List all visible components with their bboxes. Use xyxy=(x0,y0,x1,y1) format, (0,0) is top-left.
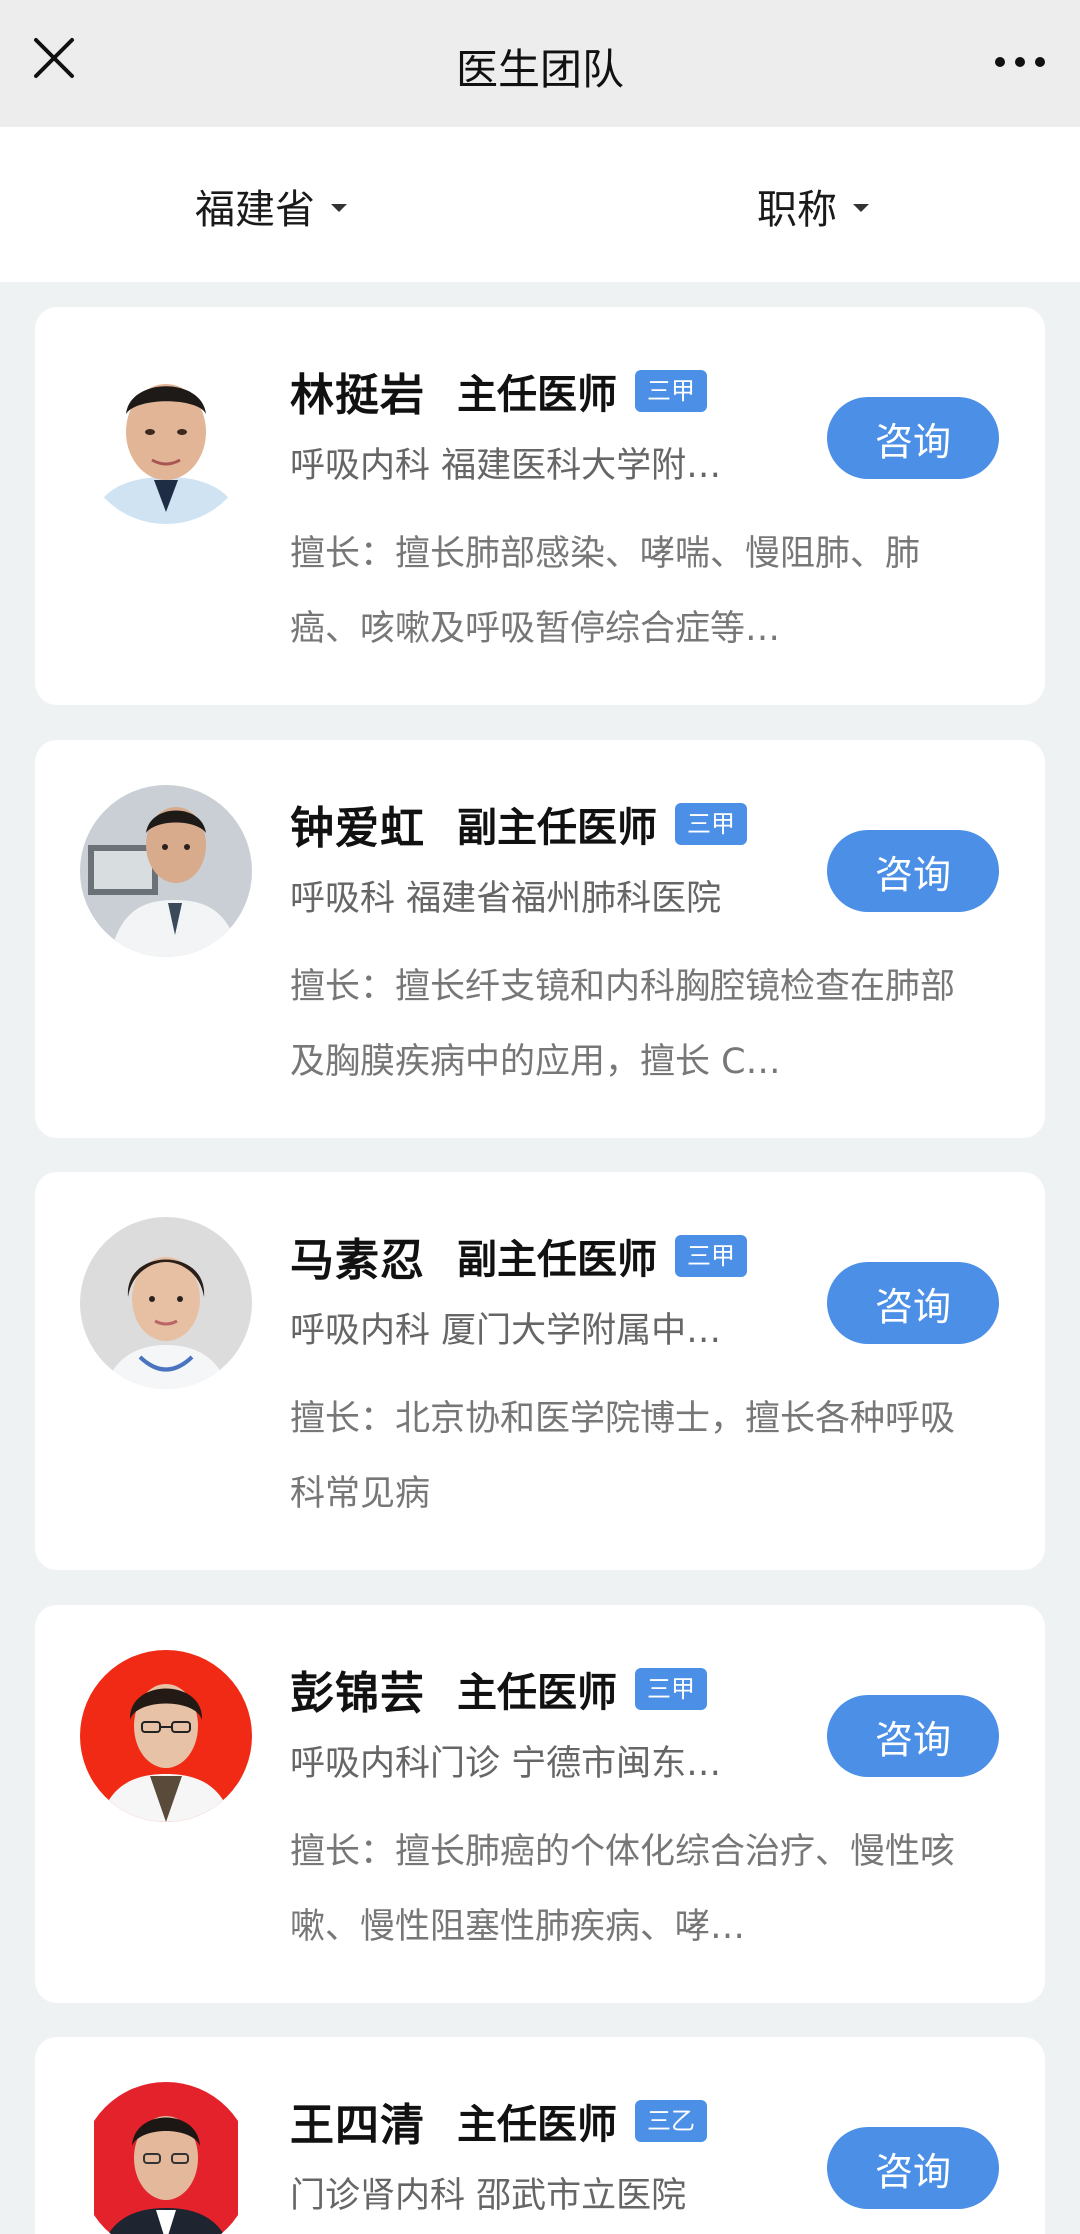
doctor-name: 马素忍 xyxy=(290,1235,425,1286)
doctor-name-line: 王四清 主任医师 三乙 xyxy=(290,2089,707,2153)
hospital-grade-badge: 三甲 xyxy=(635,370,707,412)
doctor-title: 副主任医师 xyxy=(457,805,657,851)
hospital-grade-badge: 三甲 xyxy=(675,1235,747,1277)
doctor-name: 王四清 xyxy=(290,2100,425,2151)
doctor-expertise: 擅长：北京协和医学院博士，擅长各种呼吸科常见病 xyxy=(290,1399,956,1514)
filter-bar: 福建省 职称 xyxy=(0,127,1080,282)
doctor-name-line: 钟爱虹 副主任医师 三甲 xyxy=(290,792,747,856)
doctor-avatar xyxy=(80,2082,252,2234)
doctor-department: 呼吸内科门诊 宁德市闽东… xyxy=(290,1744,722,1784)
province-filter-label: 福建省 xyxy=(195,187,315,233)
doctor-name-line: 马素忍 副主任医师 三甲 xyxy=(290,1224,747,1288)
doctor-name-line: 林挺岩 主任医师 三甲 xyxy=(290,359,707,423)
doctor-name-line: 彭锦芸 主任医师 三甲 xyxy=(290,1657,707,1721)
doctor-name: 林挺岩 xyxy=(290,370,425,421)
doctor-card[interactable]: 钟爱虹 副主任医师 三甲 呼吸科 福建省福州肺科医院 擅长：擅长纤支镜和内科胸腔… xyxy=(35,740,1045,1138)
doctor-title: 主任医师 xyxy=(457,1670,617,1716)
consult-button[interactable]: 咨询 xyxy=(827,397,999,479)
doctor-avatar xyxy=(80,352,252,524)
doctor-title: 主任医师 xyxy=(457,2102,617,2148)
chevron-down-icon xyxy=(853,204,869,212)
consult-button[interactable]: 咨询 xyxy=(827,1262,999,1344)
doctor-title: 主任医师 xyxy=(457,372,617,418)
hospital-grade-badge: 三甲 xyxy=(635,1668,707,1710)
doctor-expertise: 擅长：擅长肺癌的个体化综合治疗、慢性咳嗽、慢性阻塞性肺疾病、哮… xyxy=(290,1832,956,1947)
doctor-expertise: 擅长：擅长纤支镜和内科胸腔镜检查在肺部及胸膜疾病中的应用，擅长 C… xyxy=(290,967,956,1082)
consult-button[interactable]: 咨询 xyxy=(827,2127,999,2209)
hospital-grade-badge: 三甲 xyxy=(675,803,747,845)
doctor-expertise: 擅长：擅长肺部感染、哮喘、慢阻肺、肺癌、咳嗽及呼吸暂停综合症等… xyxy=(290,534,921,649)
doctor-card[interactable]: 马素忍 副主任医师 三甲 呼吸内科 厦门大学附属中… 擅长：北京协和医学院博士，… xyxy=(35,1172,1045,1570)
doctor-department: 呼吸内科 福建医科大学附… xyxy=(290,446,722,486)
doctor-department: 呼吸科 福建省福州肺科医院 xyxy=(290,879,722,919)
doctor-name: 彭锦芸 xyxy=(290,1668,425,1719)
doctor-card[interactable]: 王四清 主任医师 三乙 门诊肾内科 邵武市立医院 咨询 xyxy=(35,2037,1045,2234)
doctor-department: 呼吸内科 厦门大学附属中… xyxy=(290,1311,722,1351)
doctor-avatar xyxy=(80,1650,252,1822)
doctor-name: 钟爱虹 xyxy=(290,803,425,854)
consult-button[interactable]: 咨询 xyxy=(827,830,999,912)
doctor-title: 副主任医师 xyxy=(457,1237,657,1283)
doctor-avatar xyxy=(80,1217,252,1389)
province-filter[interactable]: 福建省 xyxy=(195,177,347,235)
title-filter-label: 职称 xyxy=(757,187,837,233)
page-title: 医生团队 xyxy=(455,45,624,94)
consult-button[interactable]: 咨询 xyxy=(827,1695,999,1777)
hospital-grade-badge: 三乙 xyxy=(635,2100,707,2142)
doctor-department: 门诊肾内科 邵武市立医院 xyxy=(290,2176,687,2216)
more-icon[interactable] xyxy=(988,38,1052,86)
doctor-avatar xyxy=(80,785,252,957)
top-bar: 医生团队 xyxy=(0,0,1080,127)
doctor-card[interactable]: 彭锦芸 主任医师 三甲 呼吸内科门诊 宁德市闽东… 擅长：擅长肺癌的个体化综合治… xyxy=(35,1605,1045,2003)
title-filter[interactable]: 职称 xyxy=(757,177,869,235)
chevron-down-icon xyxy=(331,204,347,212)
doctor-card[interactable]: 林挺岩 主任医师 三甲 呼吸内科 福建医科大学附… 擅长：擅长肺部感染、哮喘、慢… xyxy=(35,307,1045,705)
